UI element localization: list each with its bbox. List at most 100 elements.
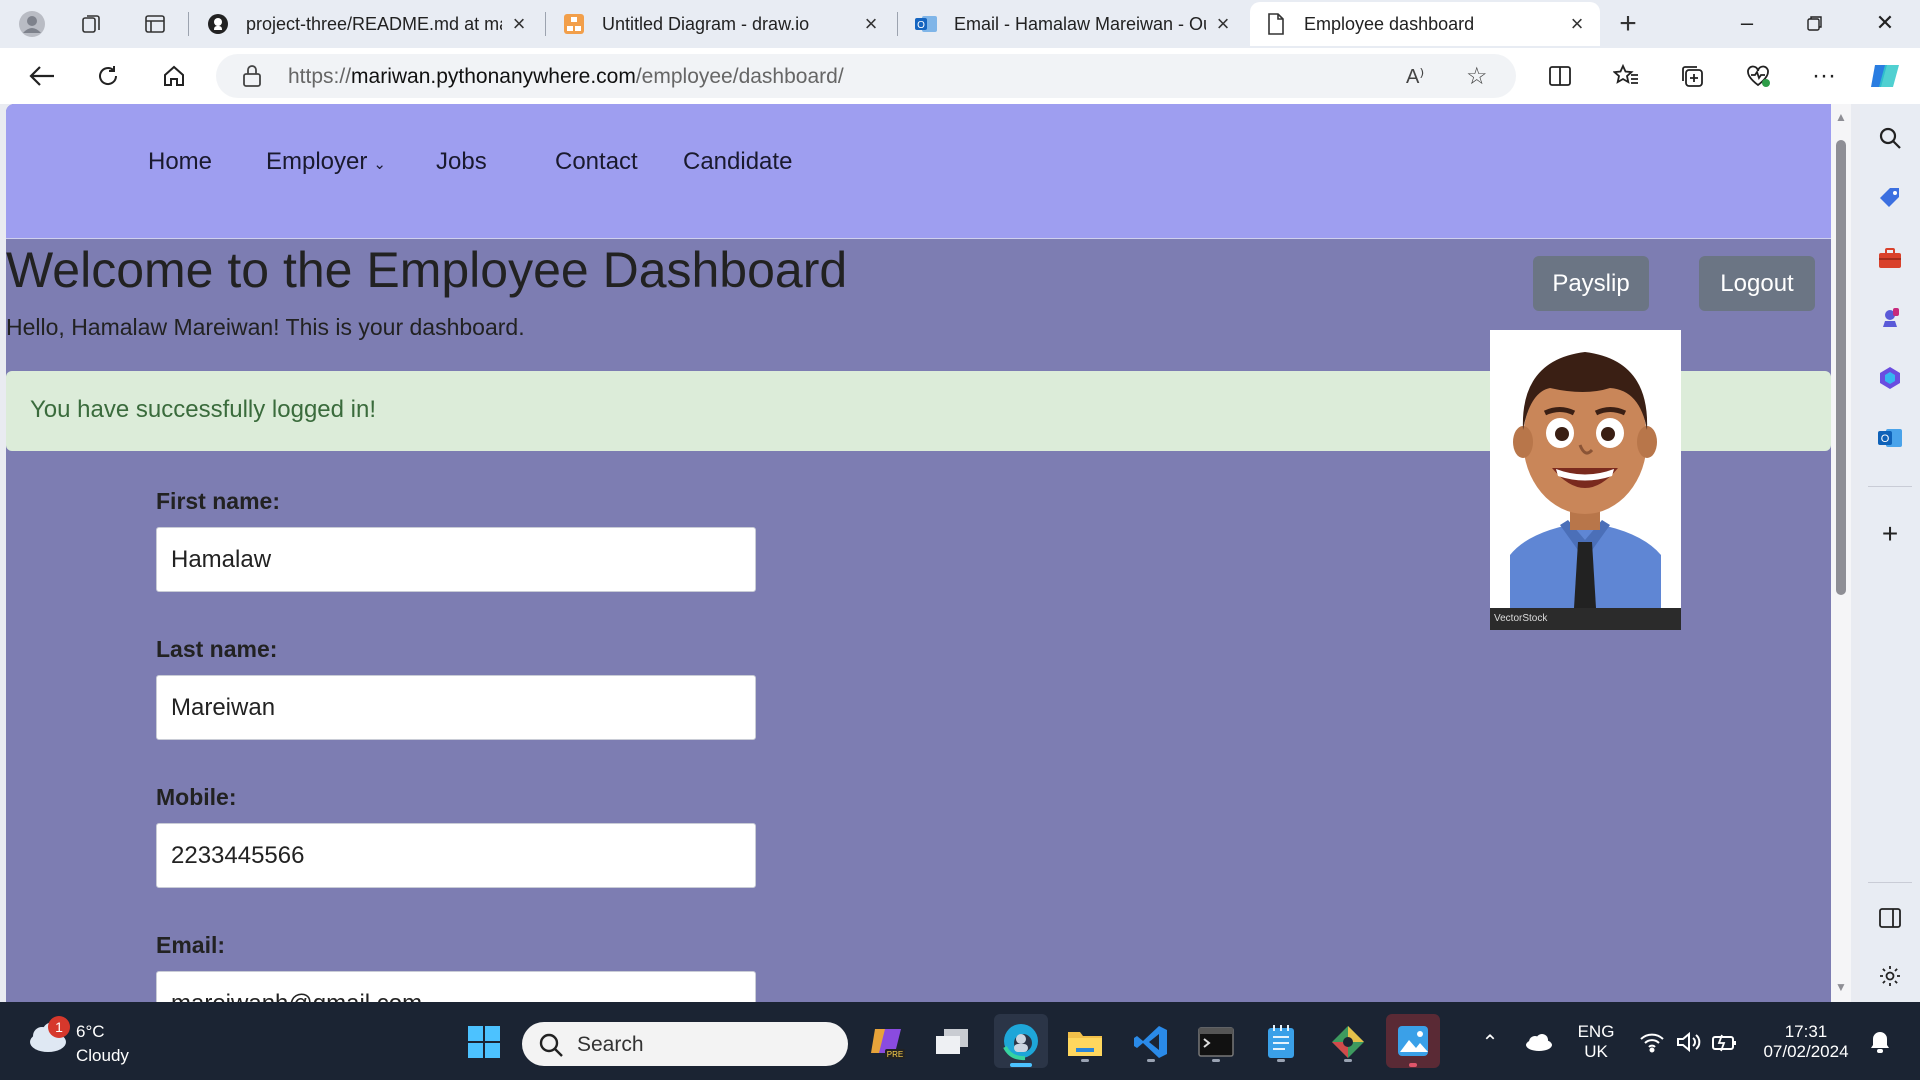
windows-taskbar: 1 6°C Cloudy Search PRE ⌃ ENG UK 17:31 0…	[0, 1002, 1920, 1080]
copilot-pre-icon[interactable]: PRE	[866, 1020, 910, 1064]
mobile-input[interactable]	[156, 823, 756, 888]
sidebar-divider	[1868, 882, 1912, 883]
browser-toolbar: https://mariwan.pythonanywhere.com/emplo…	[0, 48, 1920, 104]
favorite-star-icon[interactable]: ☆	[1466, 62, 1488, 91]
outlook-sidebar-icon[interactable]: O	[1874, 422, 1906, 454]
page-scrollbar[interactable]: ▲ ▼	[1831, 104, 1851, 1002]
email-label: Email:	[156, 932, 226, 958]
first-name-label: First name:	[156, 488, 280, 514]
running-indicator	[1147, 1059, 1155, 1062]
vscode-icon[interactable]	[1129, 1020, 1173, 1064]
collections-icon[interactable]	[1672, 58, 1712, 94]
edge-taskbar-icon[interactable]	[994, 1014, 1048, 1068]
drawio-icon	[562, 12, 586, 36]
tab-drawio[interactable]: Untitled Diagram - draw.io ×	[548, 2, 894, 46]
terminal-icon[interactable]	[1194, 1020, 1238, 1064]
tab-title: Email - Hamalaw Mareiwan - Outlook	[954, 13, 1206, 34]
notification-bell-icon[interactable]	[1858, 1020, 1902, 1064]
running-indicator	[1277, 1059, 1285, 1062]
tab-separator	[897, 12, 898, 36]
logout-button[interactable]: Logout	[1699, 256, 1815, 311]
last-name-input[interactable]	[156, 675, 756, 740]
file-explorer-icon[interactable]	[1063, 1020, 1107, 1064]
copilot-icon[interactable]	[1866, 58, 1906, 94]
notepad-icon[interactable]	[1259, 1020, 1303, 1064]
close-tab-icon[interactable]: ×	[1212, 11, 1234, 37]
tab-employee-dashboard[interactable]: Employee dashboard ×	[1250, 2, 1600, 46]
url-text[interactable]: https://mariwan.pythonanywhere.com/emplo…	[288, 65, 844, 89]
sidebar-search-icon[interactable]	[1874, 122, 1906, 154]
last-name-label: Last name:	[156, 636, 278, 662]
tab-outlook[interactable]: O Email - Hamalaw Mareiwan - Outlook ×	[900, 2, 1246, 46]
running-indicator	[1081, 1059, 1089, 1062]
back-icon[interactable]	[22, 58, 62, 94]
close-tab-icon[interactable]: ×	[1566, 11, 1588, 37]
email-input[interactable]	[156, 971, 756, 1002]
battery-icon[interactable]	[1703, 1020, 1747, 1064]
start-menu-icon[interactable]	[462, 1020, 506, 1064]
onedrive-icon[interactable]	[1516, 1020, 1560, 1064]
browser-essentials-icon[interactable]	[1738, 58, 1778, 94]
nav-candidate[interactable]: Candidate	[683, 148, 792, 176]
favorites-icon[interactable]	[1606, 58, 1646, 94]
profile-icon[interactable]	[16, 8, 48, 40]
tab-title: project-three/README.md at main	[246, 13, 502, 34]
add-sidebar-app-icon[interactable]: +	[1874, 518, 1906, 550]
nav-employer[interactable]: Employer ⌄	[266, 148, 386, 176]
close-tab-icon[interactable]: ×	[508, 11, 530, 37]
tab-actions-icon[interactable]	[139, 8, 171, 40]
search-icon	[539, 1033, 563, 1057]
workspaces-icon[interactable]	[76, 8, 108, 40]
split-screen-icon[interactable]	[1540, 58, 1580, 94]
more-options-icon[interactable]: ···	[1804, 58, 1844, 94]
scroll-down-icon[interactable]: ▼	[1835, 980, 1847, 994]
new-tab-button[interactable]: +	[1612, 7, 1644, 40]
clock[interactable]: 17:31 07/02/2024	[1752, 1022, 1860, 1062]
git-kraken-icon[interactable]	[1326, 1020, 1370, 1064]
settings-gear-icon[interactable]	[1874, 960, 1906, 992]
nav-employer-label: Employer	[266, 148, 368, 175]
running-indicator	[1344, 1059, 1352, 1062]
running-indicator	[1409, 1063, 1417, 1067]
weather-widget[interactable]: 1 6°C Cloudy	[26, 1016, 129, 1065]
lock-icon[interactable]	[242, 64, 262, 93]
tab-title: Employee dashboard	[1304, 13, 1475, 34]
first-name-input[interactable]	[156, 527, 756, 592]
outlook-icon: O	[914, 12, 938, 36]
close-window-icon[interactable]: ✕	[1852, 0, 1918, 46]
payslip-button[interactable]: Payslip	[1533, 256, 1649, 311]
mobile-label: Mobile:	[156, 784, 237, 810]
search-placeholder: Search	[577, 1033, 644, 1056]
scrollbar-thumb[interactable]	[1836, 140, 1846, 595]
task-view-icon[interactable]	[930, 1020, 974, 1064]
microsoft-365-icon[interactable]	[1874, 362, 1906, 394]
read-aloud-icon[interactable]: A⁾	[1406, 64, 1424, 89]
browser-tab-strip: project-three/README.md at main × Untitl…	[0, 0, 1920, 48]
page-viewport: Home Employer ⌄ Jobs Contact Candidate We…	[6, 104, 1831, 1002]
language-line-1: ENG	[1577, 1022, 1615, 1041]
photos-app-icon[interactable]	[1386, 1014, 1440, 1068]
close-tab-icon[interactable]: ×	[860, 11, 882, 37]
sidebar-divider	[1868, 486, 1912, 487]
chevron-down-icon: ⌄	[373, 156, 386, 173]
scroll-up-icon[interactable]: ▲	[1835, 110, 1847, 124]
reload-icon[interactable]	[88, 58, 128, 94]
show-hidden-icons-chevron-icon[interactable]: ⌃	[1468, 1020, 1512, 1064]
home-icon[interactable]	[154, 58, 194, 94]
page-title: Welcome to the Employee Dashboard	[6, 242, 848, 298]
hide-sidebar-icon[interactable]	[1874, 902, 1906, 934]
avatar: VectorStock	[1490, 330, 1681, 630]
restore-icon[interactable]	[1782, 0, 1848, 46]
tools-icon[interactable]	[1874, 242, 1906, 274]
nav-home[interactable]: Home	[148, 148, 212, 176]
shopping-tag-icon[interactable]	[1874, 182, 1906, 214]
language-indicator[interactable]: ENG UK	[1568, 1022, 1624, 1062]
tab-github-readme[interactable]: project-three/README.md at main ×	[192, 2, 542, 46]
games-icon[interactable]	[1874, 302, 1906, 334]
minimize-icon[interactable]: –	[1714, 0, 1780, 46]
svg-text:PRE: PRE	[887, 1050, 903, 1059]
taskbar-search-box[interactable]: Search	[522, 1022, 848, 1066]
nav-jobs[interactable]: Jobs	[436, 148, 487, 176]
nav-contact[interactable]: Contact	[555, 148, 638, 176]
address-bar[interactable]: https://mariwan.pythonanywhere.com/emplo…	[216, 54, 1516, 98]
